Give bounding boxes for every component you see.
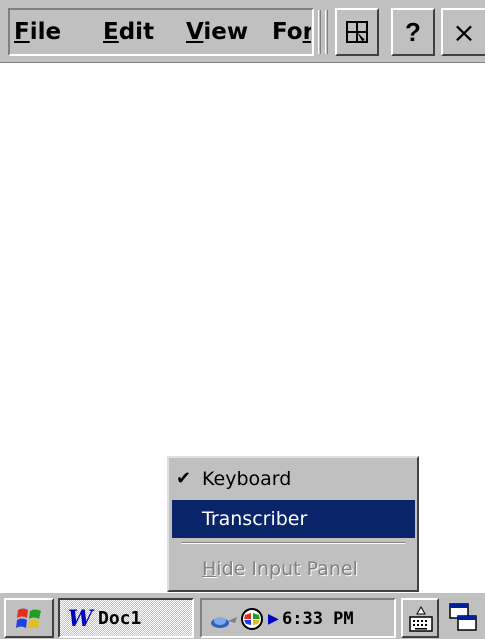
mobile-device-icon[interactable]	[240, 607, 264, 631]
menu-edit[interactable]: Edit	[103, 17, 154, 47]
menu-item-keyboard-label: Keyboard	[202, 468, 292, 490]
menu-edit-mnemonic: E	[103, 19, 119, 45]
menu-file-rest: ile	[29, 19, 62, 45]
menu-item-transcriber[interactable]: Transcriber	[172, 500, 415, 538]
show-desktop-icon	[449, 603, 477, 631]
ink-pen-icon	[346, 21, 368, 43]
toolbar-grip-2[interactable]	[325, 10, 328, 54]
checkmark-icon: ✔	[176, 468, 192, 489]
hide-rest: ide Input Panel	[216, 558, 358, 580]
screen: File Edit View Format ? ×	[0, 0, 485, 639]
notification-tray: ▶ 6:33 PM	[200, 598, 396, 638]
menu-edit-rest: dit	[118, 19, 155, 45]
menu-separator	[181, 542, 405, 544]
help-button[interactable]: ?	[391, 8, 435, 56]
menu-format-mnemonic: r	[302, 19, 311, 45]
taskbar-button-doc1[interactable]: W Doc1	[58, 598, 194, 638]
menu-view-rest: iew	[203, 19, 249, 45]
menu-format-label: Fo	[272, 19, 303, 45]
menu-view[interactable]: View	[186, 17, 248, 47]
network-icon[interactable]	[210, 607, 238, 631]
menu-item-hide-input-panel-label: Hide Input Panel	[202, 550, 358, 588]
menu-view-mnemonic: V	[186, 19, 204, 45]
menu-item-hide-input-panel[interactable]: Hide Input Panel	[172, 550, 415, 588]
clock[interactable]: 6:33 PM	[282, 606, 354, 632]
word-icon: W	[68, 606, 93, 632]
taskbar-button-label: Doc1	[98, 608, 142, 629]
input-method-menu: ✔ Keyboard Transcriber Hide Input Panel	[167, 456, 419, 592]
menu-file[interactable]: File	[14, 17, 61, 47]
menu-item-keyboard[interactable]: ✔ Keyboard	[172, 460, 415, 498]
start-button[interactable]	[4, 598, 54, 638]
input-panel-button[interactable]	[401, 598, 439, 638]
close-icon: ×	[452, 15, 476, 49]
menu-item-transcriber-label: Transcriber	[202, 508, 308, 530]
menu-format[interactable]: Format	[272, 17, 311, 47]
menu-file-mnemonic: F	[14, 19, 30, 45]
toolbar-grip[interactable]	[318, 10, 321, 54]
tray-expand-arrow-icon[interactable]: ▶	[268, 609, 279, 629]
ink-mode-button[interactable]	[335, 8, 379, 56]
menu-bar: File Edit View Format ? ×	[0, 0, 485, 64]
taskbar: W Doc1 ▶ 6:33 PM	[0, 592, 485, 639]
help-icon: ?	[405, 16, 421, 47]
windows-flag-icon	[16, 608, 41, 629]
keyboard-icon	[409, 605, 433, 632]
show-desktop-button[interactable]	[443, 598, 483, 638]
hide-mnemonic: H	[202, 558, 217, 580]
close-button[interactable]: ×	[441, 8, 485, 56]
